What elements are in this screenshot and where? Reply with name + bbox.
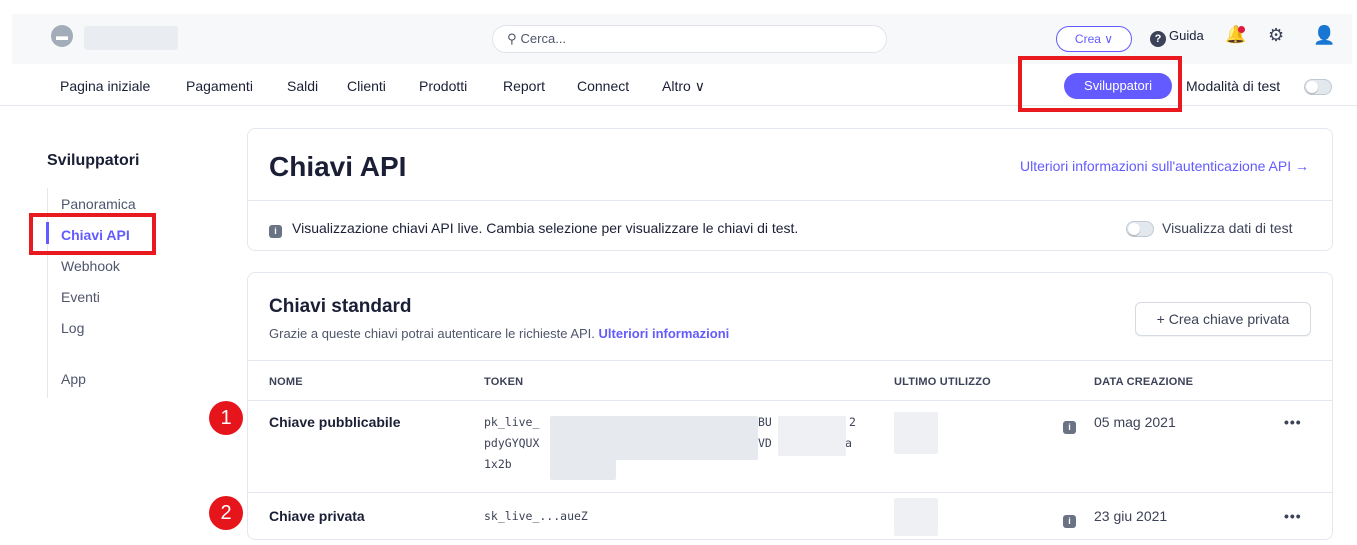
token-line: pk_live_ [484, 415, 540, 429]
step-badge-1: 1 [209, 401, 243, 435]
search-input[interactable]: ⚲ Cerca... [492, 25, 887, 53]
column-header-last-used: ULTIMO UTILIZZO [894, 376, 991, 388]
row-divider [247, 492, 1333, 493]
account-name-redacted[interactable] [84, 26, 178, 50]
nav-connect[interactable]: Connect [577, 78, 629, 94]
nav-payments[interactable]: Pagamenti [186, 78, 253, 94]
nav-more[interactable]: Altro ∨ [662, 78, 705, 95]
create-secret-key-button[interactable]: + Crea chiave privata [1135, 302, 1311, 336]
view-test-data-toggle[interactable] [1126, 221, 1154, 237]
token-line: sk_live_...aueZ [484, 509, 588, 523]
view-test-data-label: Visualizza dati di test [1162, 220, 1293, 236]
sidebar-item-events[interactable]: Eventi [61, 289, 100, 305]
column-header-created: DATA CREAZIONE [1094, 376, 1194, 388]
redacted-token [550, 458, 616, 480]
notification-dot [1238, 26, 1245, 33]
secret-key-token[interactable]: sk_live_...aueZ [484, 506, 588, 527]
nav-products[interactable]: Prodotti [419, 78, 467, 94]
token-line: VD [758, 436, 772, 450]
token-line: pdyGYQUX [484, 436, 540, 450]
notice-text: Visualizzazione chiavi API live. Cambia … [292, 220, 799, 236]
auth-docs-link[interactable]: Ulteriori informazioni sull'autenticazio… [1020, 158, 1309, 174]
nav-more-label: Altro [662, 78, 691, 94]
help-button[interactable]: ? Guida [1150, 28, 1204, 47]
publishable-key-created: 05 mag 2021 [1094, 414, 1176, 430]
test-mode-label: Modalità di test [1186, 78, 1281, 94]
sidebar-title: Sviluppatori [47, 152, 140, 169]
help-label: Guida [1169, 28, 1204, 43]
column-header-name: NOME [269, 376, 303, 388]
secret-key-created: 23 giu 2021 [1094, 508, 1168, 524]
search-placeholder: Cerca... [520, 31, 567, 46]
redacted-last-used [894, 498, 938, 536]
nav-customers[interactable]: Clienti [347, 78, 386, 94]
page-title: Chiavi API [269, 151, 407, 182]
publishable-key-token[interactable]: pk_live_ pdyGYQUX 1x2b [484, 412, 539, 475]
gear-icon[interactable]: ⚙ [1268, 25, 1284, 46]
live-keys-notice: i Visualizzazione chiavi API live. Cambia… [269, 220, 798, 238]
secret-key-name: Chiave privata [269, 508, 365, 524]
create-button-label: Crea [1074, 32, 1101, 46]
redacted-last-used [894, 412, 938, 454]
info-icon: i [1063, 515, 1076, 528]
store-icon[interactable]: ▬ [51, 25, 73, 47]
test-mode-toggle[interactable] [1304, 79, 1332, 95]
user-icon[interactable]: 👤 [1313, 25, 1335, 46]
header-divider [247, 200, 1333, 201]
sidebar-item-webhook[interactable]: Webhook [61, 258, 120, 274]
sidebar-item-overview[interactable]: Panoramica [61, 196, 136, 212]
nav-balances[interactable]: Saldi [287, 78, 318, 94]
help-icon: ? [1150, 31, 1166, 47]
token-line: BU [758, 415, 772, 429]
learn-more-link[interactable]: Ulteriori informazioni [599, 326, 730, 341]
nav-home[interactable]: Pagina iniziale [60, 78, 150, 94]
row-info[interactable]: i [1063, 416, 1076, 434]
redacted-token [778, 416, 846, 456]
more-icon[interactable]: ••• [1284, 508, 1302, 524]
row-info[interactable]: i [1063, 510, 1076, 528]
more-icon[interactable]: ••• [1284, 414, 1302, 430]
nav-reports[interactable]: Report [503, 78, 545, 94]
search-icon: ⚲ [507, 31, 517, 46]
sidebar-item-apps[interactable]: App [61, 371, 86, 387]
info-icon: i [1063, 421, 1076, 434]
highlight-box-api-keys [29, 213, 156, 255]
table-top-divider [247, 360, 1333, 361]
info-icon: i [269, 225, 282, 238]
table-header-divider [247, 400, 1333, 401]
sidebar-item-logs[interactable]: Log [61, 320, 84, 336]
step-badge-2: 2 [209, 496, 243, 530]
subtitle-text: Grazie a queste chiavi potrai autenticar… [269, 326, 595, 341]
create-button[interactable]: Crea ∨ [1056, 26, 1132, 52]
chevron-down-icon: ∨ [1104, 32, 1114, 46]
publishable-key-name: Chiave pubblicabile [269, 414, 401, 430]
publishable-key-token-tail-end: 2 [849, 415, 856, 429]
publishable-key-token-tail-end: a [845, 436, 852, 450]
standard-keys-title: Chiavi standard [269, 296, 412, 317]
highlight-box-developers [1018, 56, 1182, 112]
publishable-key-token-tail: BU VD [758, 412, 772, 454]
standard-keys-subtitle: Grazie a queste chiavi potrai autenticar… [269, 326, 729, 341]
chevron-down-icon: ∨ [694, 78, 705, 94]
redacted-token [550, 416, 758, 460]
token-line: 1x2b [484, 457, 512, 471]
column-header-token: TOKEN [484, 376, 524, 388]
